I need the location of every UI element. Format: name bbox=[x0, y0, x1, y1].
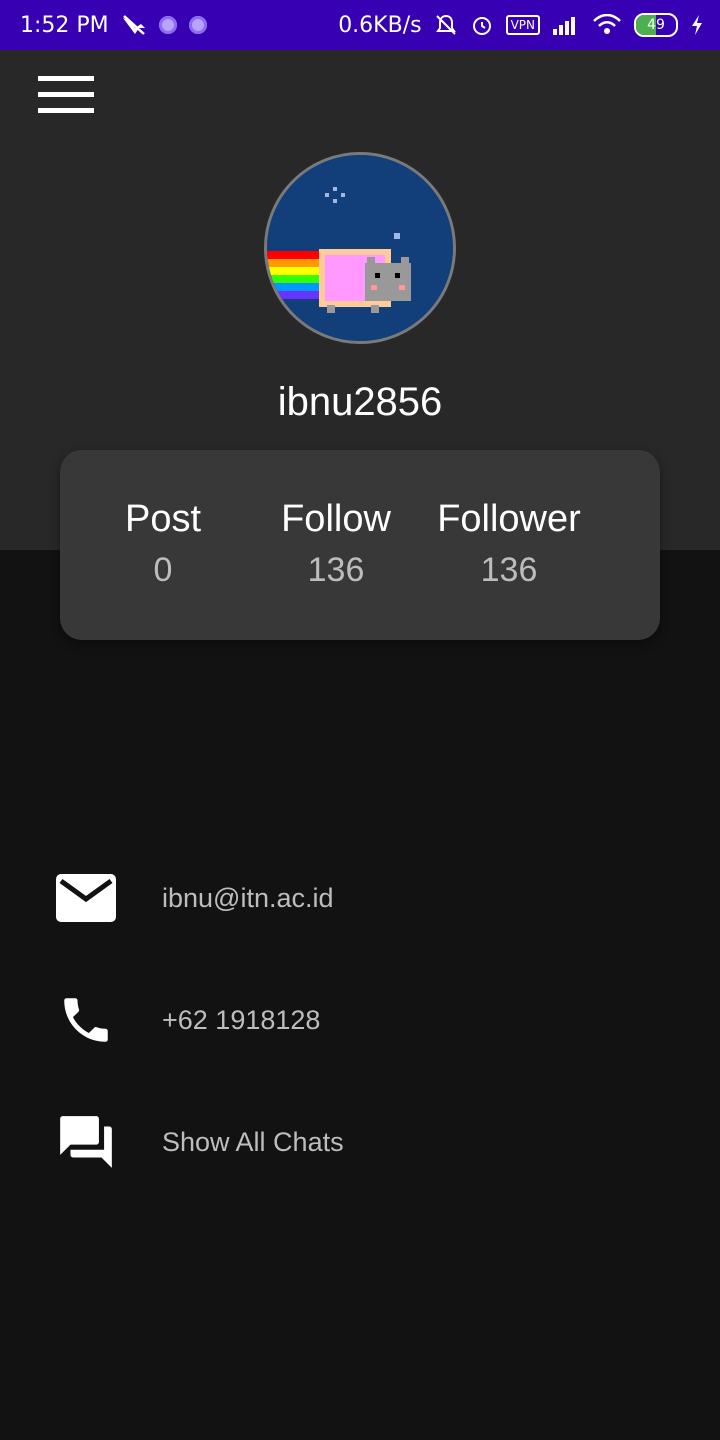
status-bar-left: 1:52 PM bbox=[20, 13, 207, 38]
phone-row[interactable]: +62 1918128 bbox=[54, 988, 674, 1052]
chats-text: Show All Chats bbox=[162, 1126, 344, 1157]
vpn-icon: VPN bbox=[505, 15, 540, 35]
stats-card: Post 0 Follow 136 Follower 136 bbox=[60, 450, 660, 640]
mute-bell-icon bbox=[435, 14, 456, 35]
stat-follow[interactable]: Follow 136 bbox=[266, 498, 406, 590]
stat-follow-value: 136 bbox=[307, 551, 365, 589]
dot-icon bbox=[158, 16, 177, 34]
stat-follow-label: Follow bbox=[281, 498, 391, 540]
wifi-icon bbox=[593, 14, 621, 34]
network-speed: 0.6KB/s bbox=[338, 12, 422, 38]
hamburger-menu-icon[interactable] bbox=[38, 76, 94, 116]
status-bar-right: 0.6KB/s VPN 49 bbox=[338, 13, 704, 38]
phone-text: +62 1918128 bbox=[162, 1004, 321, 1035]
phone-icon bbox=[54, 988, 118, 1052]
stat-post-value: 0 bbox=[153, 551, 173, 589]
nyan-cat-avatar[interactable] bbox=[264, 152, 456, 344]
username: ibnu2856 bbox=[277, 380, 443, 424]
stat-follower[interactable]: Follower 136 bbox=[426, 498, 592, 590]
alarm-icon bbox=[472, 17, 491, 35]
email-row[interactable]: ibnu@itn.ac.id bbox=[54, 866, 674, 930]
email-text: ibnu@itn.ac.id bbox=[162, 882, 334, 913]
stat-follower-value: 136 bbox=[480, 551, 538, 589]
chats-row[interactable]: Show All Chats bbox=[54, 1110, 674, 1174]
status-bar: 1:52 PM 0.6KB/s VPN 49 bbox=[0, 0, 720, 50]
signal-icon bbox=[553, 17, 575, 35]
mail-icon bbox=[54, 866, 118, 930]
battery-icon: 49 bbox=[634, 13, 678, 37]
status-time: 1:52 PM bbox=[20, 12, 109, 38]
stat-post-label: Post bbox=[124, 498, 202, 540]
chat-icon bbox=[54, 1110, 118, 1174]
battery-level: 49 bbox=[647, 17, 665, 33]
stat-follower-label: Follower bbox=[437, 498, 581, 540]
charging-icon bbox=[692, 15, 702, 35]
bird-icon bbox=[122, 15, 145, 35]
stat-post[interactable]: Post 0 bbox=[103, 498, 223, 590]
dot-icon bbox=[188, 16, 207, 34]
